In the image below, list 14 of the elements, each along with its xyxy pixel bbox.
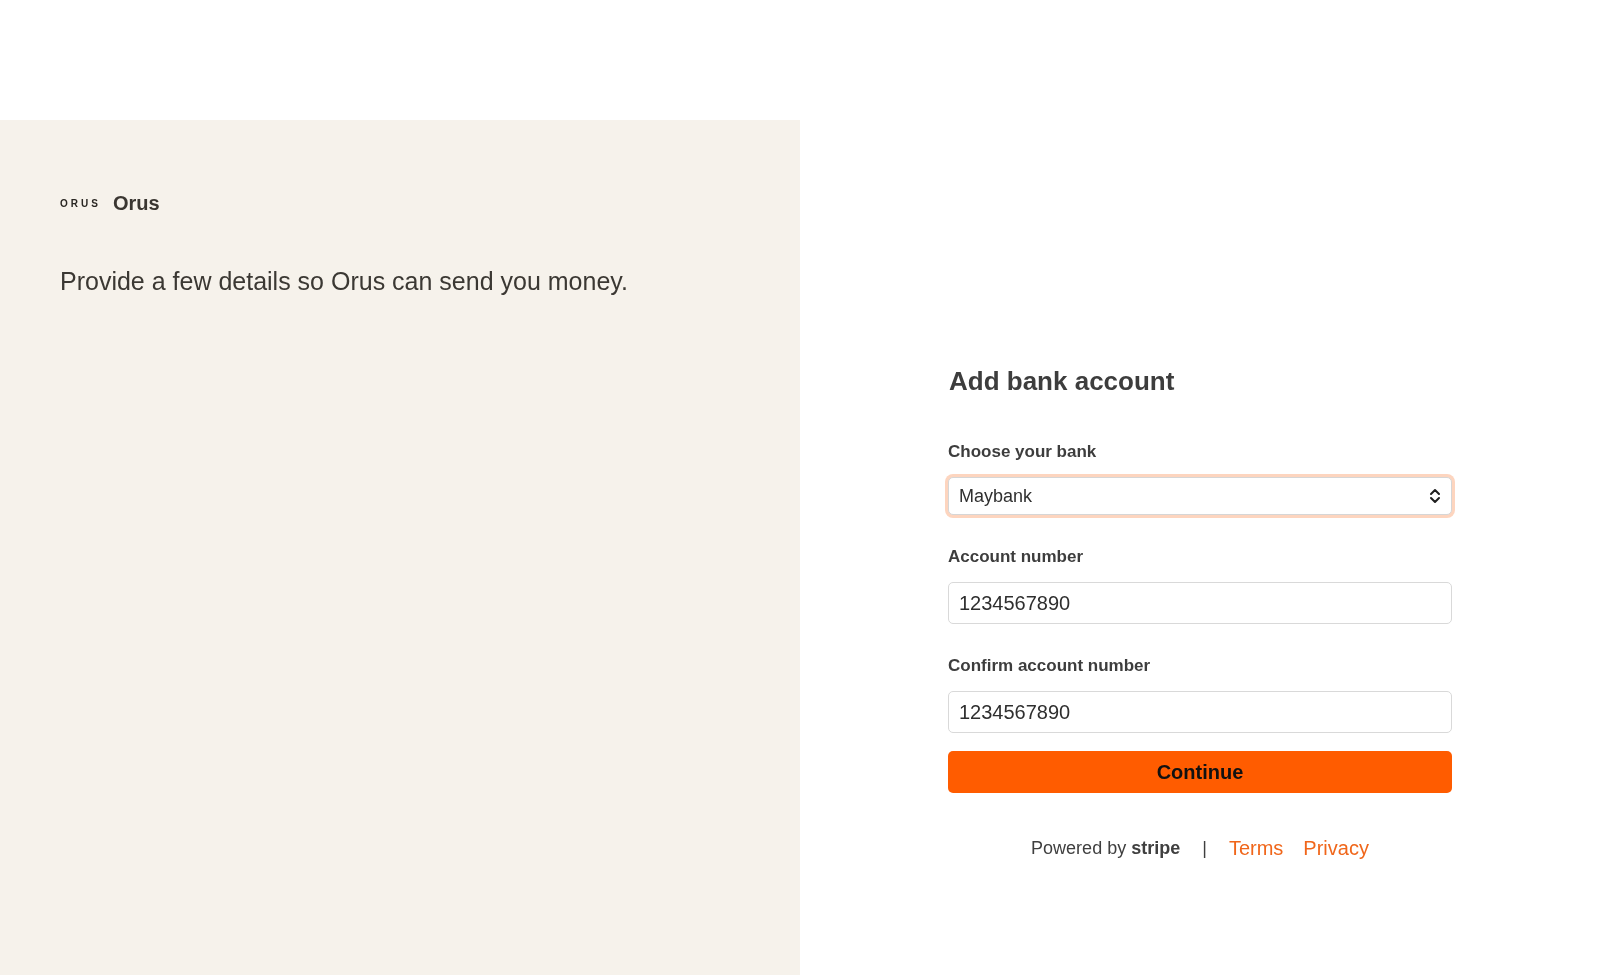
brand-logo: ORUS bbox=[60, 196, 101, 211]
bank-select[interactable]: Maybank bbox=[948, 477, 1452, 515]
separator: | bbox=[1202, 836, 1207, 860]
text-input-field[interactable]: 1234567890 bbox=[948, 582, 1452, 624]
powered-by-text: Powered by stripe bbox=[1031, 836, 1181, 860]
text-input-field[interactable]: 1234567890 bbox=[948, 691, 1452, 733]
form-title: Add bank account bbox=[949, 365, 1176, 397]
field-label: Confirm account number bbox=[948, 655, 1152, 677]
brand-name: Orus bbox=[112, 191, 160, 216]
field-label: Account number bbox=[948, 546, 1085, 568]
continue-button[interactable]: Continue bbox=[948, 751, 1452, 793]
tagline: Provide a few details so Orus can send you money. bbox=[60, 266, 629, 297]
field-label: Choose your bank bbox=[948, 441, 1098, 463]
up-down-chevron-icon bbox=[1429, 488, 1441, 504]
